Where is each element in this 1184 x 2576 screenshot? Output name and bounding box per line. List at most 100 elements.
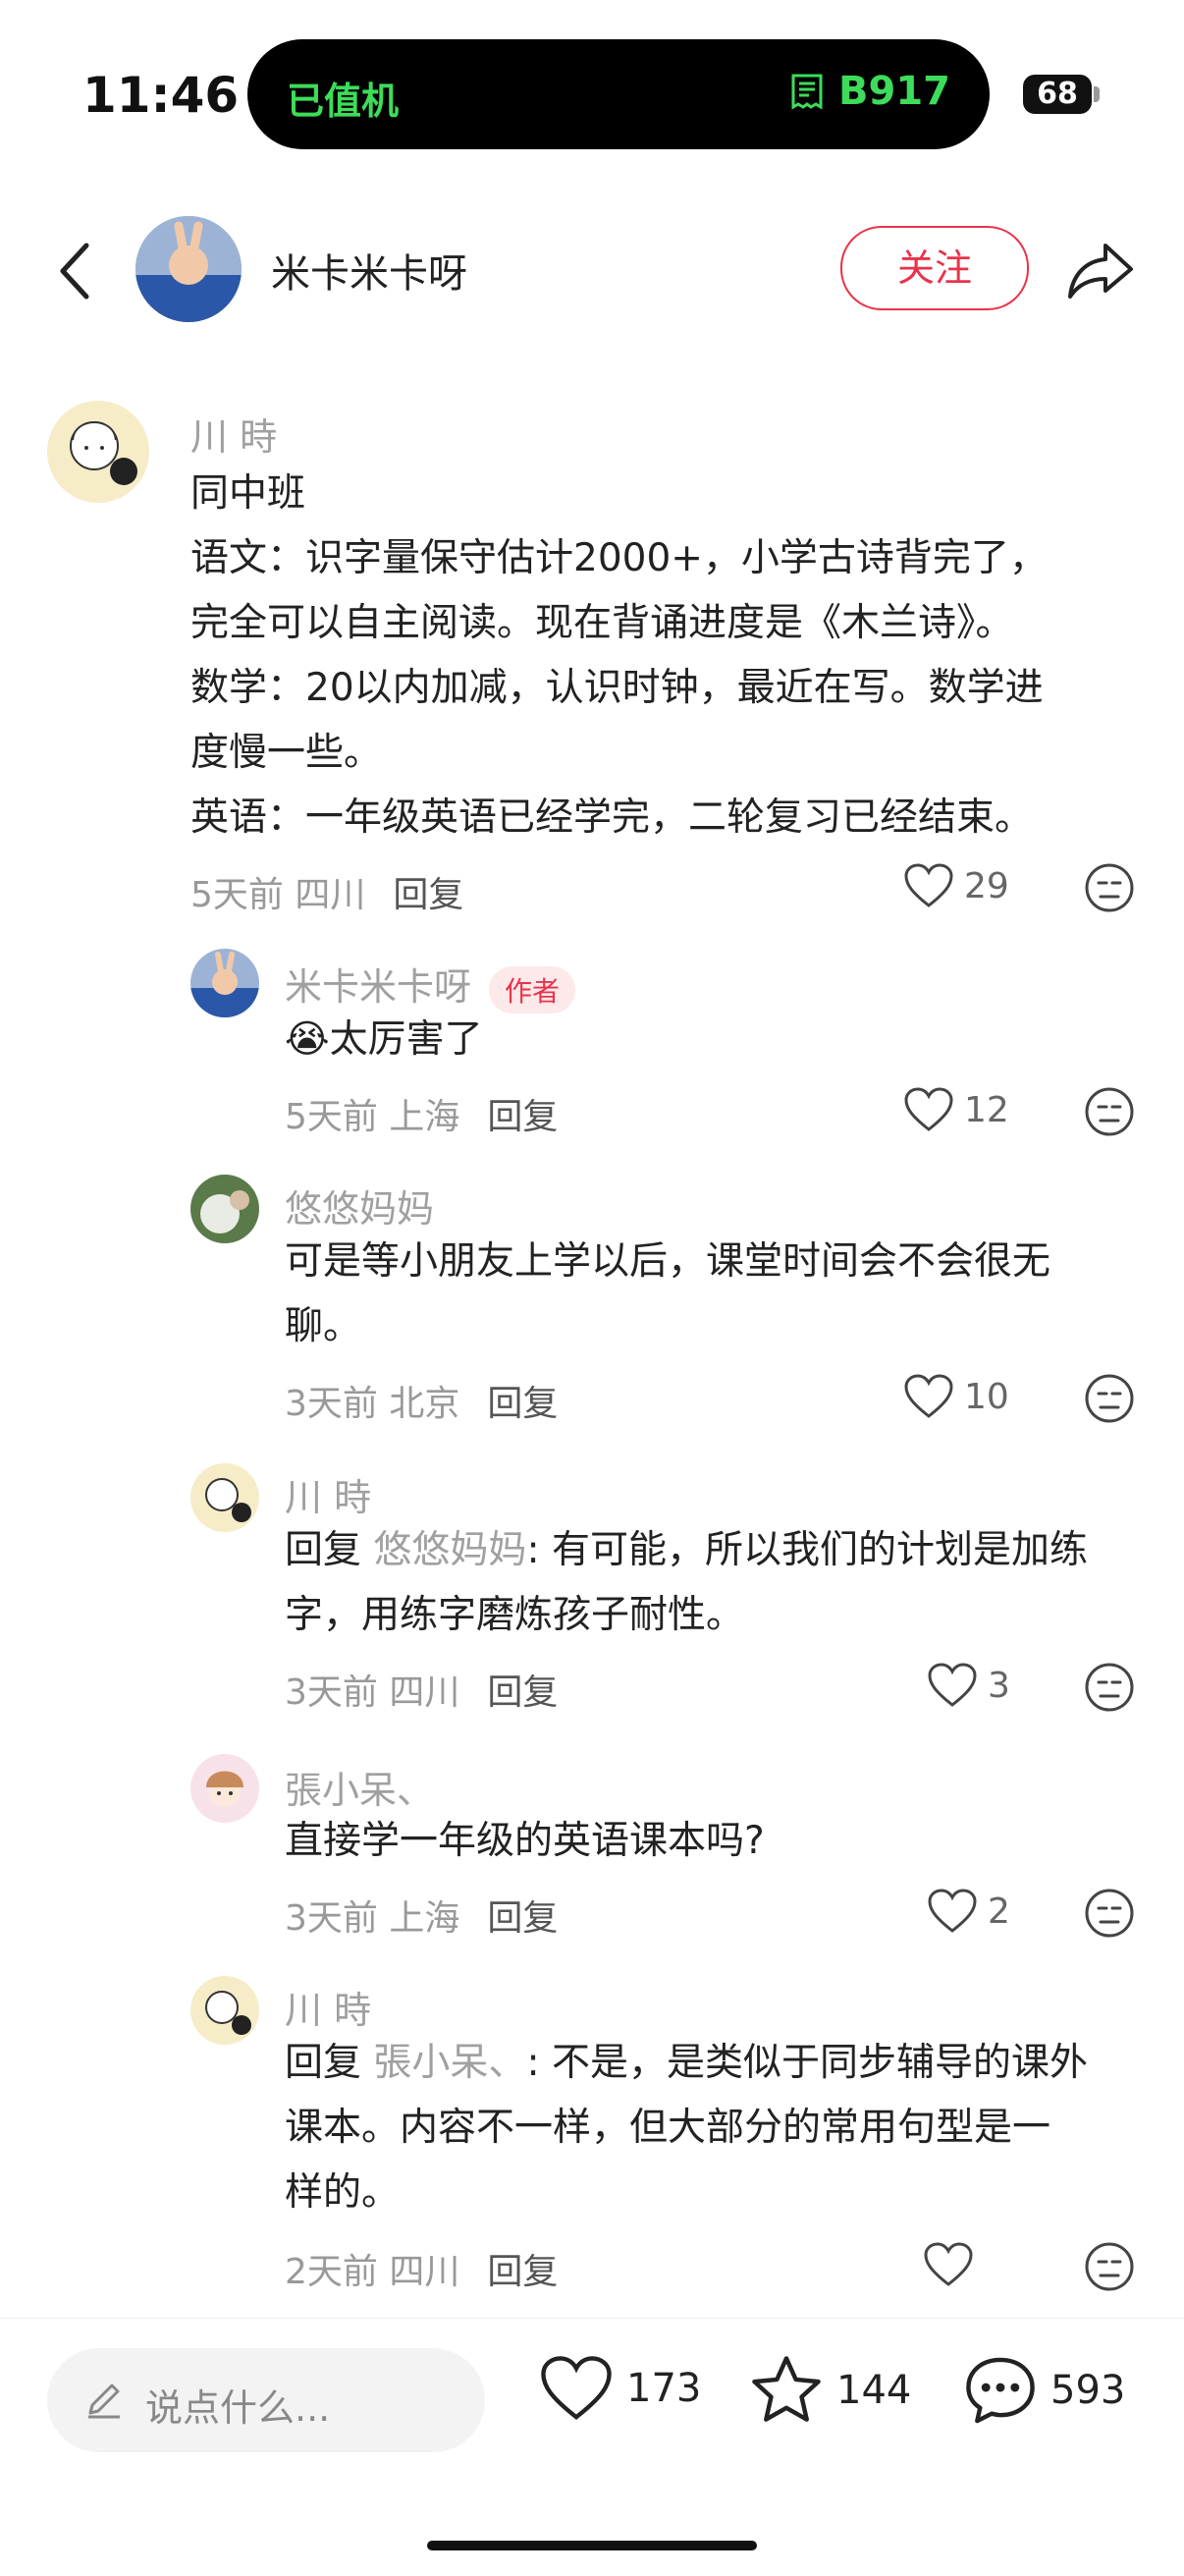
heart-icon <box>541 2356 612 2420</box>
island-flight: B917 <box>787 69 950 114</box>
reply-button[interactable]: 回复 <box>487 1672 558 1713</box>
mention-link[interactable]: 張小呆、 <box>373 2041 526 2085</box>
reply-prefix: 回复 <box>285 2041 362 2085</box>
comment-line: 样的。 <box>285 2170 401 2215</box>
dislike-face-icon[interactable] <box>1084 1662 1135 1713</box>
share-icon[interactable] <box>1062 232 1141 310</box>
comment-line: 可是等小朋友上学以后，课堂时间会不会很无 <box>285 1239 1051 1284</box>
comment-text: 同中班 语文：识字量保守估计2000+，小学古诗背完了， 完全可以自主阅读。现在… <box>190 462 1133 850</box>
comment-meta: 5天前 四川 回复 <box>190 866 463 917</box>
like-button[interactable] <box>923 2241 984 2288</box>
like-button[interactable]: 3 <box>927 1662 1010 1709</box>
reply-button[interactable]: 回复 <box>487 2252 558 2292</box>
comment-input[interactable]: 说点什么... <box>47 2348 485 2452</box>
comment-time-location: 5天前 上海 <box>285 1097 460 1137</box>
comment-text: 回复 張小呆、: 不是，是类似于同步辅导的课外 课本。内容不一样，但大部分的常用… <box>285 2031 1149 2225</box>
comment-meta: 3天前 上海 回复 <box>285 1890 558 1941</box>
post-collect-count: 144 <box>836 2368 912 2413</box>
comment-line-text: : 不是，是类似于同步辅导的课外 <box>526 2041 1088 2085</box>
commenter-name[interactable]: 川 時 <box>285 1980 371 2034</box>
comment-line: 字，用练字磨炼孩子耐性。 <box>285 1593 745 1637</box>
comment-line: 太厉害了 <box>329 1017 483 1062</box>
like-button[interactable]: 10 <box>903 1373 1009 1420</box>
status-time: 11:46 <box>82 67 240 124</box>
like-count: 29 <box>964 865 1009 906</box>
comment-line: 回复 張小呆、: 不是，是类似于同步辅导的课外 <box>285 2031 1149 2096</box>
comment-meta: 2天前 四川 回复 <box>285 2243 558 2294</box>
home-indicator[interactable] <box>427 2541 757 2550</box>
comment-line: 英语：一年级英语已经学完，二轮复习已经结束。 <box>190 795 1034 840</box>
dynamic-island[interactable]: 已值机 B917 <box>247 39 990 149</box>
like-button[interactable]: 29 <box>903 862 1009 909</box>
comment-meta: 3天前 四川 回复 <box>285 1664 558 1715</box>
commenter-name[interactable]: 悠悠妈妈 <box>285 1178 434 1233</box>
heart-icon <box>924 2242 973 2286</box>
commenter-name[interactable]: 張小呆、 <box>285 1760 434 1814</box>
commenter-avatar[interactable] <box>190 1175 259 1243</box>
author-name[interactable]: 米卡米卡呀 <box>271 242 467 299</box>
comment-time-location: 3天前 四川 <box>285 1672 460 1713</box>
follow-button[interactable]: 关注 <box>840 226 1029 310</box>
battery-indicator: 68 <box>1023 75 1092 114</box>
star-icon <box>752 2356 821 2422</box>
reply-button[interactable]: 回复 <box>487 1097 558 1137</box>
comment-line: 完全可以自主阅读。现在背诵进度是《木兰诗》。 <box>190 601 1014 645</box>
author-badge: 作者 <box>489 965 576 1014</box>
island-status-text: 已值机 <box>287 80 400 123</box>
commenter-name[interactable]: 川 時 <box>190 407 277 461</box>
commenter-name: 米卡米卡呀 作者 <box>285 957 576 1014</box>
heart-icon <box>904 1087 953 1131</box>
like-count: 12 <box>964 1089 1009 1130</box>
comment-line: 课本。内容不一样，但大部分的常用句型是一 <box>285 2106 1051 2150</box>
back-icon[interactable] <box>47 232 106 310</box>
commenter-avatar[interactable] <box>190 1976 259 2045</box>
comment-line: 回复 悠悠妈妈: 有可能，所以我们的计划是加练 <box>285 1518 1149 1583</box>
comment-line: 语文：识字量保守估计2000+，小学古诗背完了， <box>190 536 1048 580</box>
comment-text: 直接学一年级的英语课本吗? <box>285 1819 765 1863</box>
commenter-name-text[interactable]: 米卡米卡呀 <box>285 965 471 1009</box>
comment-text: 回复 悠悠妈妈: 有可能，所以我们的计划是加练 字，用练字磨炼孩子耐性。 <box>285 1518 1149 1648</box>
boarding-pass-icon <box>791 74 823 110</box>
commenter-avatar[interactable] <box>190 949 259 1017</box>
comment-bubble-icon <box>966 2357 1035 2424</box>
commenter-avatar[interactable] <box>190 1754 259 1823</box>
mention-link[interactable]: 悠悠妈妈 <box>373 1528 526 1572</box>
reply-button[interactable]: 回复 <box>393 875 463 915</box>
post-like-button[interactable]: 173 <box>538 2354 701 2423</box>
reply-prefix: 回复 <box>285 1528 362 1572</box>
comment-line-text: : 有可能，所以我们的计划是加练 <box>526 1528 1088 1572</box>
bottom-action-bar: 说点什么... 173 144 593 <box>0 2318 1184 2576</box>
commenter-name[interactable]: 川 時 <box>285 1467 371 1521</box>
comment-input-placeholder: 说点什么... <box>145 2386 331 2430</box>
page-header: 米卡米卡呀 关注 <box>0 196 1184 344</box>
dislike-face-icon[interactable] <box>1084 1373 1135 1424</box>
commenter-avatar[interactable] <box>47 401 149 503</box>
comment-line: 同中班 <box>190 471 306 516</box>
heart-icon <box>928 1663 977 1707</box>
heart-icon <box>904 863 953 907</box>
post-collect-button[interactable]: 144 <box>748 2354 911 2427</box>
like-count: 2 <box>988 1891 1010 1932</box>
dislike-face-icon[interactable] <box>1084 1086 1135 1137</box>
post-comment-count: 593 <box>1050 2368 1126 2413</box>
reply-button[interactable]: 回复 <box>487 1898 558 1939</box>
pencil-icon <box>88 2384 120 2419</box>
dislike-face-icon[interactable] <box>1084 1888 1135 1939</box>
reply-button[interactable]: 回复 <box>487 1384 558 1424</box>
dislike-face-icon[interactable] <box>1084 862 1135 913</box>
heart-icon <box>904 1374 953 1418</box>
commenter-avatar[interactable] <box>190 1463 259 1532</box>
post-comment-button[interactable]: 593 <box>962 2354 1125 2427</box>
comment-line: 数学：20以内加减，认识时钟，最近在写。数学进 <box>190 666 1044 710</box>
crying-emoji-icon: 😭 <box>285 1017 330 1062</box>
like-button[interactable]: 2 <box>927 1888 1010 1935</box>
like-button[interactable]: 12 <box>903 1086 1009 1133</box>
dislike-face-icon[interactable] <box>1084 2241 1135 2292</box>
author-avatar[interactable] <box>135 216 242 322</box>
post-like-count: 173 <box>626 2366 702 2411</box>
status-bar: 11:46 已值机 B917 68 <box>0 0 1184 187</box>
comment-line: 度慢一些。 <box>190 731 383 775</box>
comment-text: 可是等小朋友上学以后，课堂时间会不会很无 聊。 <box>285 1230 1129 1359</box>
heart-icon <box>928 1889 977 1933</box>
like-count: 3 <box>988 1665 1010 1706</box>
